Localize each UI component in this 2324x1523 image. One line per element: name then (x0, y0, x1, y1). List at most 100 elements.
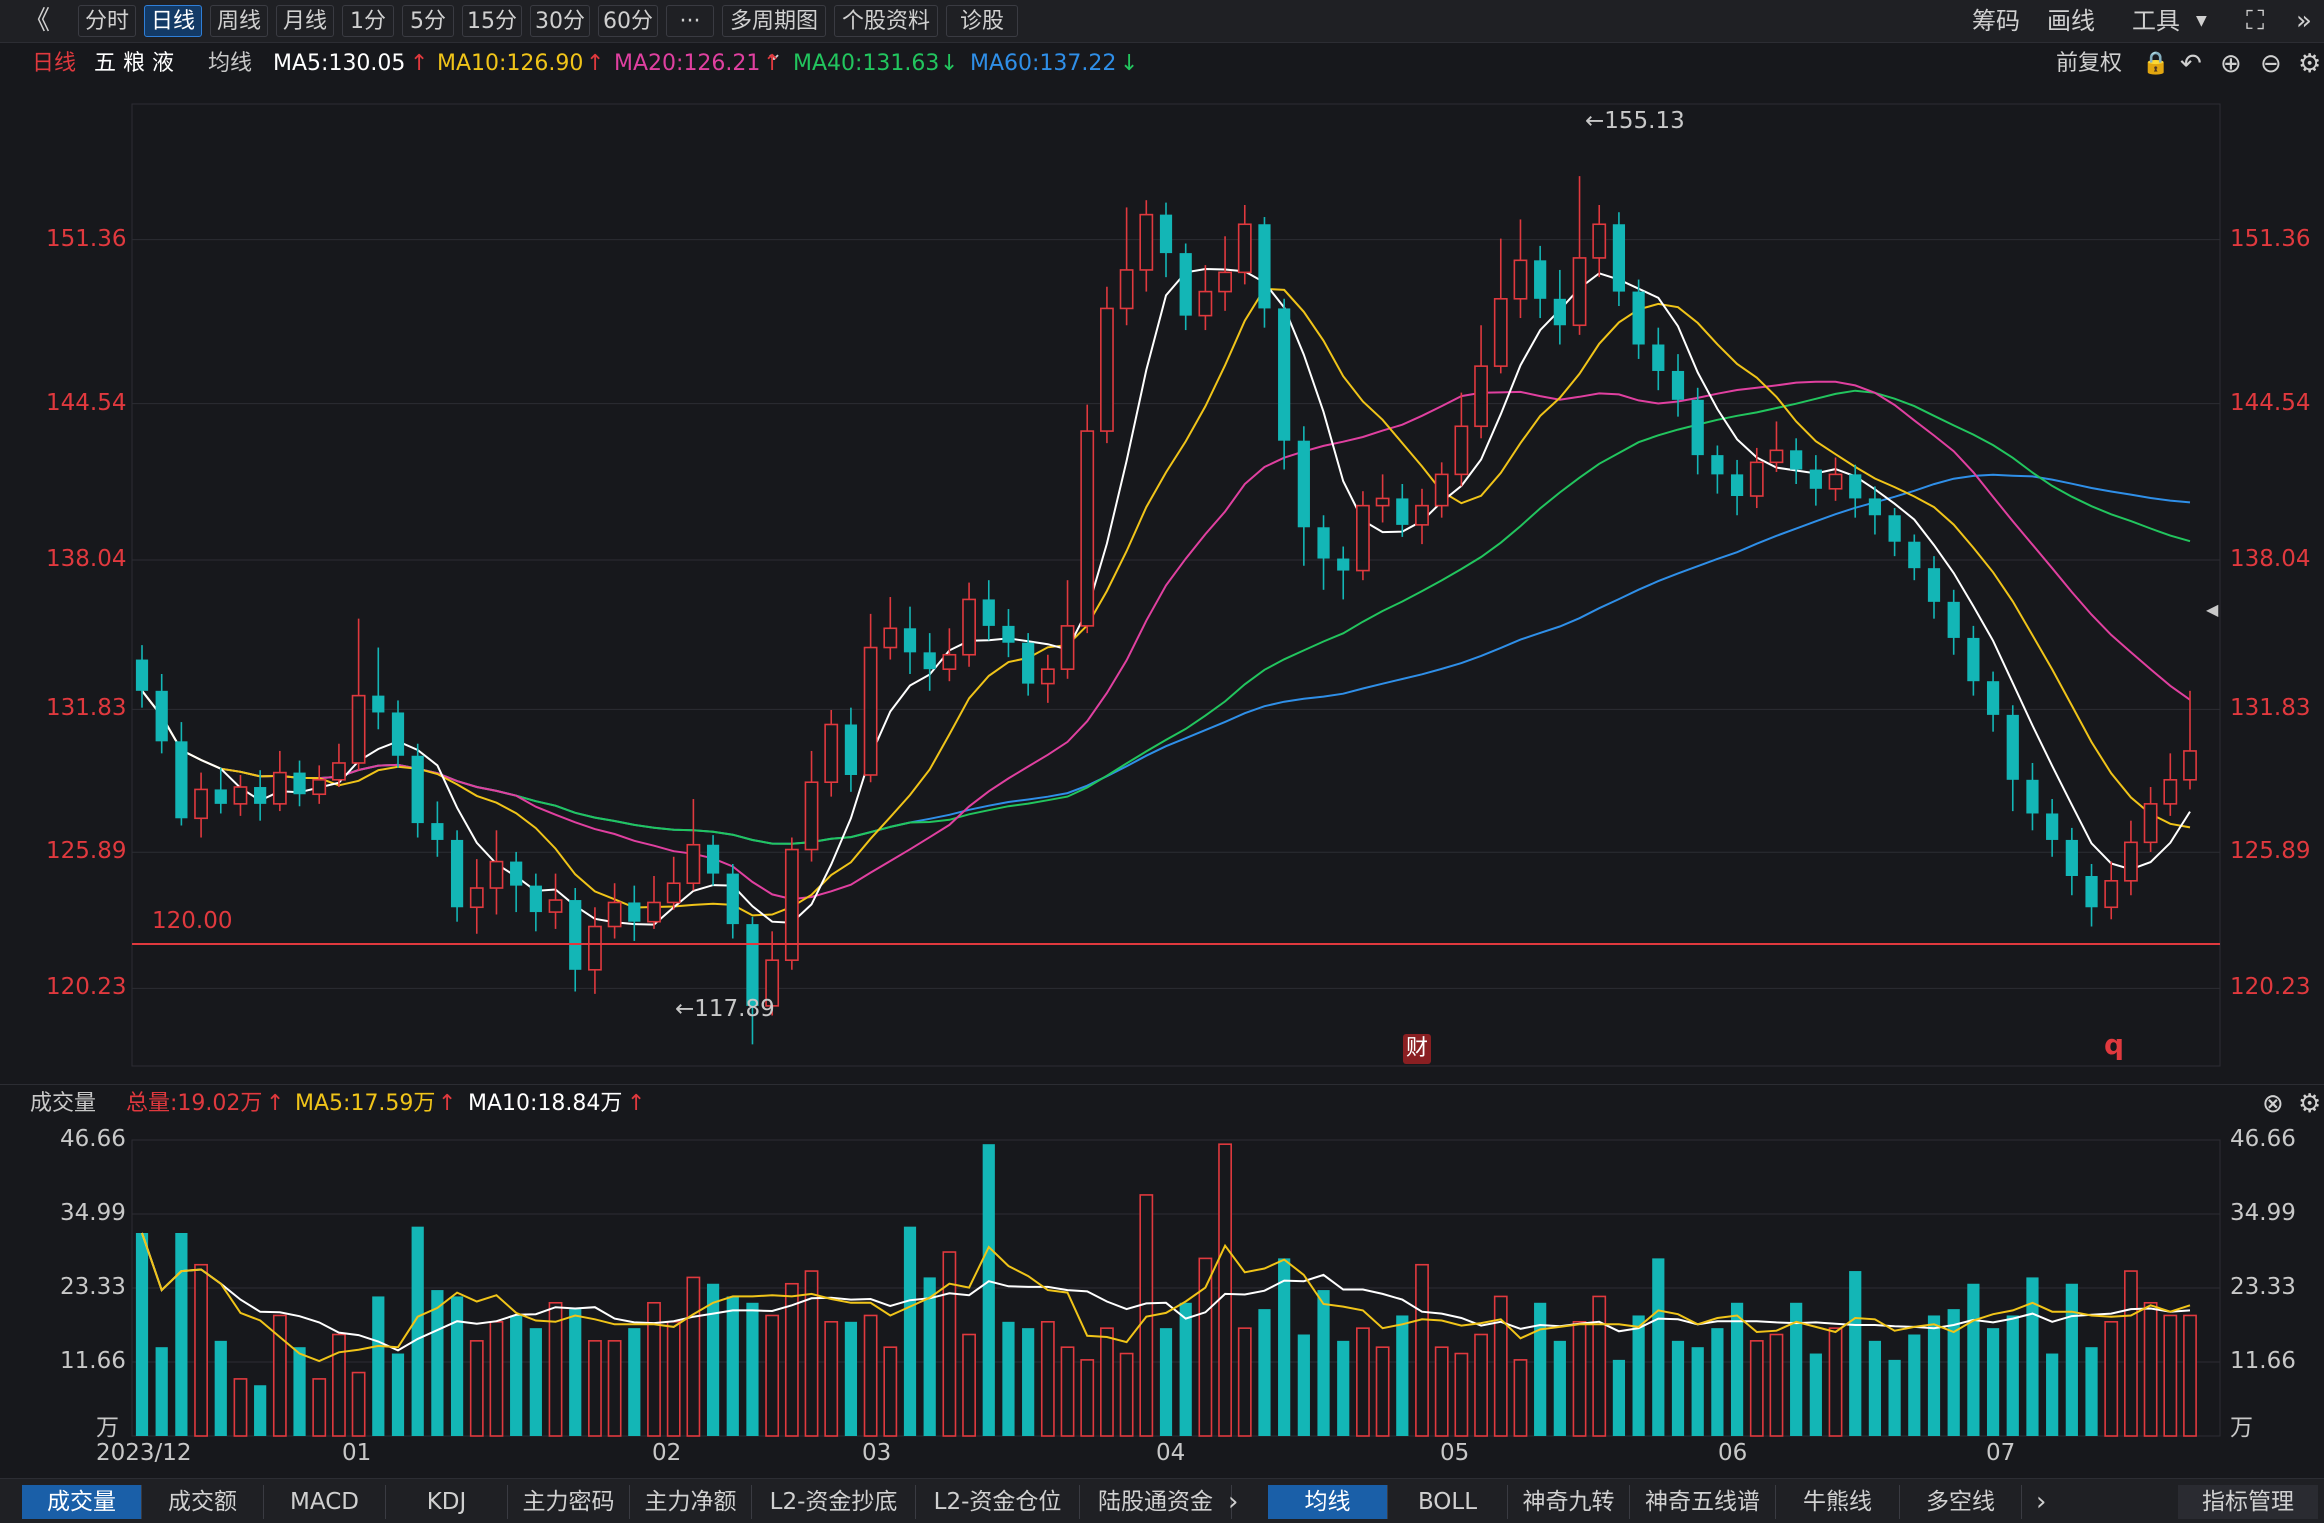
candle-body[interactable] (1986, 681, 2000, 715)
volume-bar[interactable] (1849, 1271, 1862, 1436)
candle-body[interactable] (1809, 469, 1822, 489)
candle-body[interactable] (1375, 497, 1390, 507)
volume-bar[interactable] (2065, 1283, 2078, 1436)
volume-bar[interactable] (1652, 1258, 1665, 1436)
candle-body[interactable] (1828, 473, 1843, 490)
candle-body[interactable] (666, 882, 681, 904)
candle-body[interactable] (1415, 504, 1429, 526)
volume-bar[interactable] (2026, 1277, 2039, 1436)
volume-bar[interactable] (194, 1263, 208, 1437)
sub-indicator-tab-0[interactable]: 成交量 (22, 1485, 142, 1519)
volume-bar[interactable] (1159, 1328, 1173, 1436)
volume-bar[interactable] (175, 1232, 188, 1436)
main-indicator-tab-5[interactable]: 多空线 (1900, 1485, 2022, 1519)
candle-body[interactable] (1040, 668, 1055, 685)
volume-bar[interactable] (588, 1340, 602, 1437)
kline-chart[interactable] (0, 0, 2324, 1522)
candle-body[interactable] (1356, 504, 1370, 572)
volume-bar[interactable] (155, 1347, 168, 1436)
candle-body[interactable] (2006, 714, 2019, 780)
candle-body[interactable] (1474, 365, 1488, 428)
candle-body[interactable] (1297, 440, 1310, 528)
candle-body[interactable] (469, 887, 484, 909)
candle-body[interactable] (372, 695, 385, 713)
candle-body[interactable] (2163, 779, 2178, 805)
main-indicator-tab-0[interactable]: 均线 (1268, 1485, 1388, 1519)
volume-bar[interactable] (1396, 1315, 1409, 1436)
volume-bar[interactable] (923, 1277, 936, 1436)
volume-bar[interactable] (450, 1296, 464, 1436)
candle-body[interactable] (746, 924, 759, 1006)
volume-bar[interactable] (469, 1340, 484, 1437)
volume-bar[interactable] (1179, 1302, 1192, 1436)
candle-body[interactable] (1947, 601, 1960, 638)
volume-bar[interactable] (1711, 1328, 1724, 1436)
volume-bar[interactable] (254, 1385, 267, 1436)
volume-bar[interactable] (1317, 1290, 1330, 1436)
candle-body[interactable] (706, 844, 720, 874)
sub-indicator-tab-1[interactable]: 成交额 (142, 1485, 264, 1519)
volume-bar[interactable] (1040, 1321, 1055, 1437)
candle-body[interactable] (1100, 307, 1114, 432)
volume-bar[interactable] (529, 1328, 542, 1436)
volume-bar[interactable] (903, 1226, 917, 1436)
candle-body[interactable] (1022, 642, 1035, 684)
candle-body[interactable] (1513, 259, 1528, 300)
candle-body[interactable] (2104, 880, 2119, 909)
candle-body[interactable] (135, 659, 149, 691)
candle-body[interactable] (2183, 750, 2197, 781)
candle-body[interactable] (824, 723, 839, 784)
volume-bar[interactable] (2104, 1321, 2119, 1437)
volume-bar[interactable] (1553, 1340, 1566, 1436)
candle-body[interactable] (942, 653, 957, 670)
volume-bar[interactable] (411, 1226, 424, 1436)
volume-bar[interactable] (293, 1347, 306, 1436)
candle-body[interactable] (1849, 474, 1862, 499)
candle-body[interactable] (391, 712, 405, 756)
volume-bar[interactable] (312, 1378, 327, 1437)
volume-bar[interactable] (1080, 1359, 1095, 1437)
volume-bar[interactable] (1612, 1359, 1626, 1436)
candle-body[interactable] (1967, 637, 1980, 682)
volume-bar[interactable] (1022, 1328, 1035, 1436)
candle-body[interactable] (1119, 269, 1134, 310)
volume-bar[interactable] (569, 1309, 582, 1436)
candle-body[interactable] (254, 787, 267, 804)
candle-body[interactable] (923, 652, 936, 670)
candle-body[interactable] (1337, 558, 1350, 571)
sub-indicator-tab-7[interactable]: L2-资金仓位 (916, 1485, 1080, 1519)
candle-body[interactable] (272, 771, 287, 805)
volume-bar[interactable] (1534, 1302, 1547, 1436)
financial-report-marker[interactable]: 财 (1403, 1034, 1431, 1064)
volume-bar[interactable] (686, 1276, 701, 1437)
volume-bar[interactable] (1375, 1346, 1390, 1437)
volume-bar[interactable] (1434, 1346, 1449, 1437)
volume-bar[interactable] (135, 1232, 149, 1436)
volume-bar[interactable] (863, 1314, 878, 1437)
volume-bar[interactable] (2183, 1314, 2197, 1437)
candle-body[interactable] (194, 788, 208, 820)
candle-body[interactable] (2046, 813, 2059, 840)
volume-bar[interactable] (1888, 1359, 1901, 1436)
volume-bar[interactable] (824, 1321, 839, 1437)
candle-body[interactable] (1769, 449, 1784, 464)
candle-body[interactable] (1790, 450, 1803, 470)
candle-body[interactable] (1080, 430, 1095, 627)
candle-body[interactable] (1002, 625, 1015, 643)
volume-bar[interactable] (726, 1296, 739, 1436)
volume-bar[interactable] (489, 1321, 504, 1437)
volume-close-icon[interactable]: ⊗ (2262, 1085, 2284, 1123)
main-indicator-tab-2[interactable]: 神奇九转 (1508, 1485, 1630, 1519)
volume-bar[interactable] (2085, 1347, 2098, 1436)
volume-bar[interactable] (2163, 1314, 2178, 1437)
volume-bar[interactable] (746, 1302, 759, 1436)
candle-body[interactable] (588, 925, 602, 971)
candle-body[interactable] (883, 627, 898, 649)
candle-body[interactable] (1671, 370, 1685, 400)
volume-bar[interactable] (1237, 1327, 1252, 1437)
volume-bar[interactable] (1060, 1346, 1075, 1437)
candle-body[interactable] (529, 885, 542, 913)
candle-body[interactable] (1060, 625, 1075, 670)
candle-body[interactable] (351, 694, 366, 764)
volume-bar[interactable] (666, 1321, 681, 1437)
